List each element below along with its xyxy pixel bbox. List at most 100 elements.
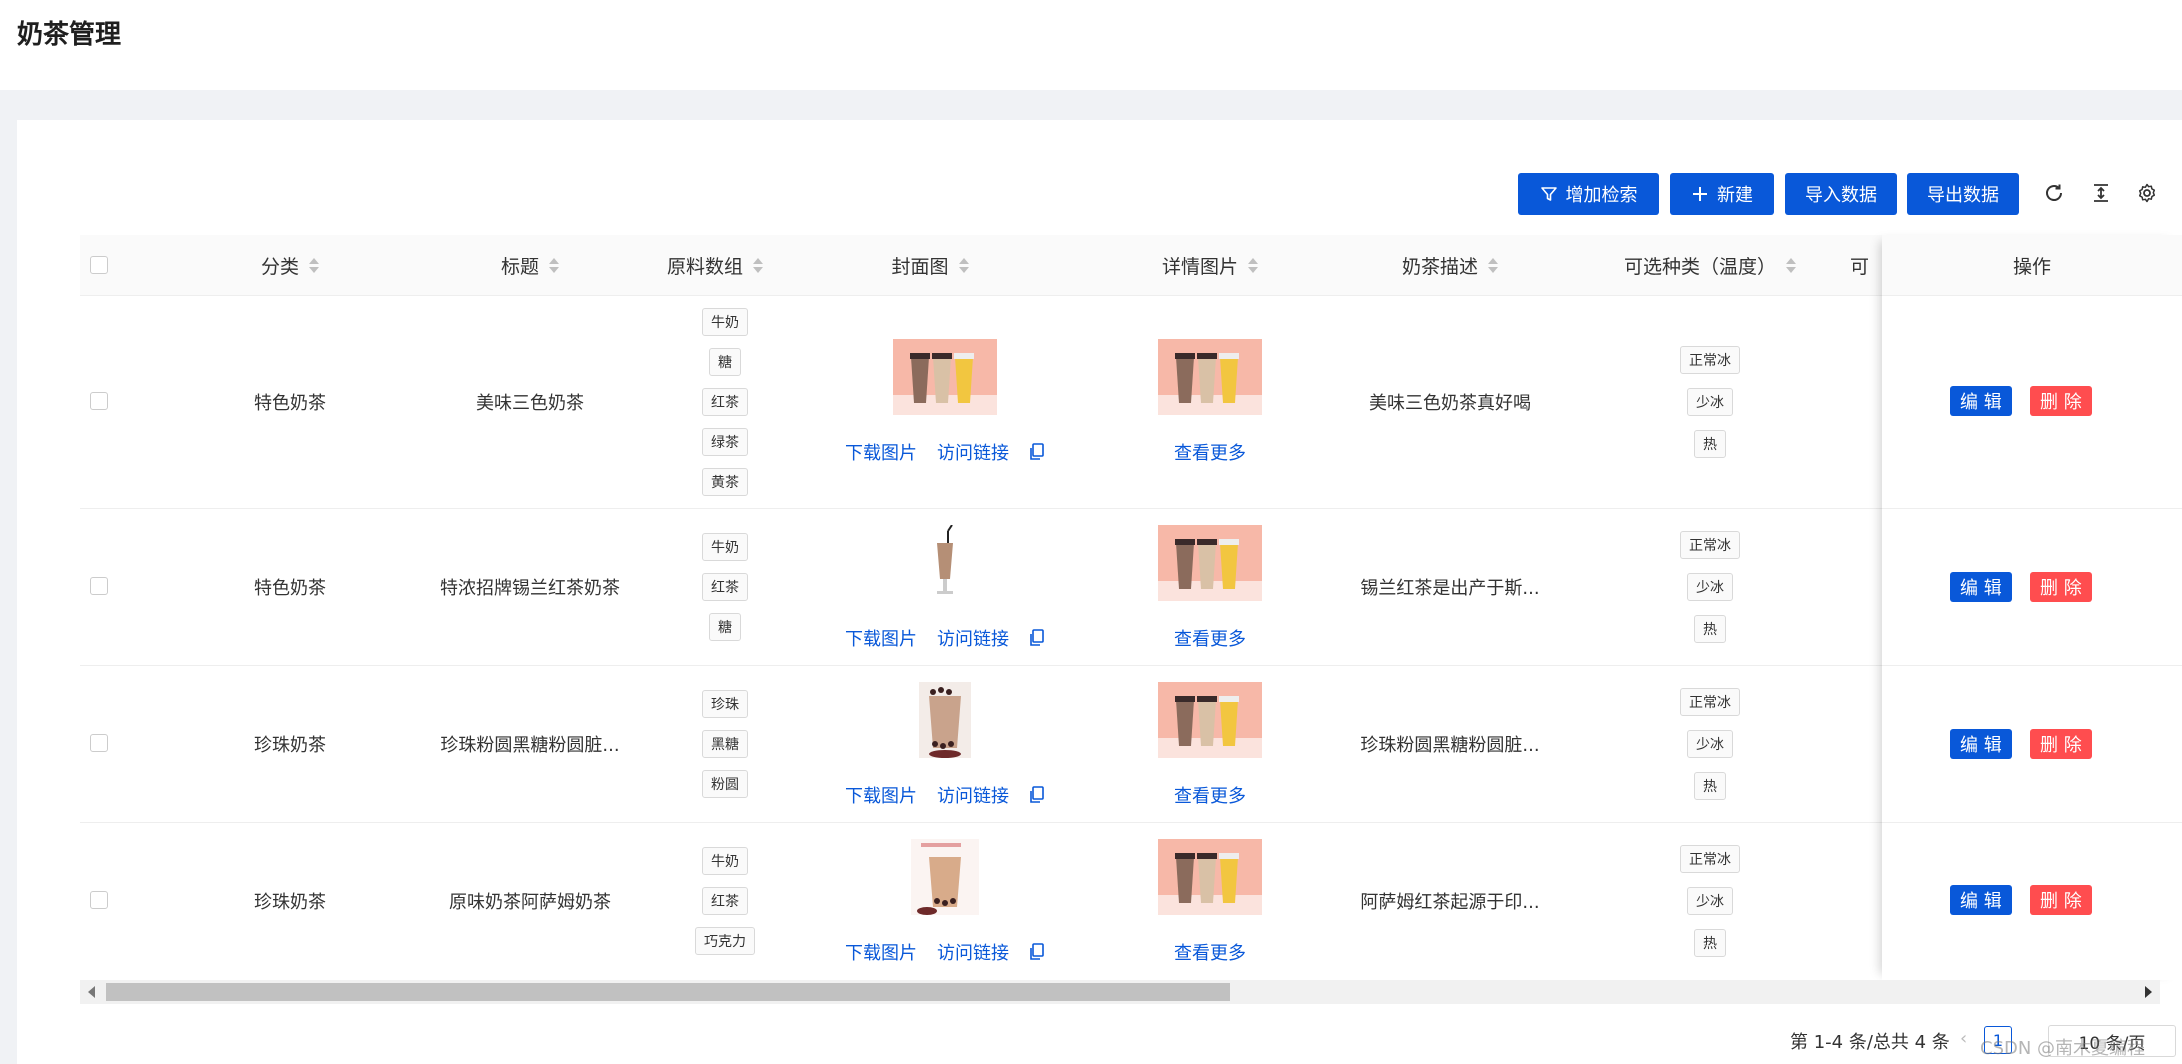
temperature-cell: 正常冰 少冰 热: [1650, 508, 1770, 665]
prev-page-icon[interactable]: ‹: [1960, 1028, 1967, 1049]
refresh-icon[interactable]: [2040, 179, 2068, 207]
scroll-right-icon[interactable]: [2145, 986, 2152, 998]
sort-icon: [549, 257, 559, 273]
ingredients-cell: 牛奶 红茶 巧克力: [665, 822, 785, 979]
title-cell: 美味三色奶茶: [476, 392, 584, 414]
operation-column: 操作 编 辑 删 除 编 辑 删 除 编 辑 删 除 编 辑 删 除: [1882, 235, 2182, 980]
cover-cell: 下载图片 访问链接: [810, 682, 1080, 808]
sort-icon: [1248, 257, 1258, 273]
table-row: 特色奶茶 特浓招牌锡兰红茶奶茶 牛奶 红茶 糖 下载图片 访问链接 查看更多 锡…: [80, 508, 2160, 666]
view-more-link[interactable]: 查看更多: [1174, 439, 1246, 465]
edit-button[interactable]: 编 辑: [1950, 572, 2012, 602]
detail-image[interactable]: [1158, 839, 1262, 915]
detail-images-cell: 查看更多: [1130, 525, 1290, 651]
cover-image[interactable]: [893, 682, 997, 758]
column-header-description[interactable]: 奶茶描述: [1370, 235, 1530, 295]
cover-image[interactable]: [893, 525, 997, 601]
settings-icon[interactable]: [2133, 179, 2161, 207]
copy-icon[interactable]: [1029, 786, 1045, 804]
horizontal-scrollbar[interactable]: [80, 980, 2160, 1004]
temperature-tag: 正常冰: [1680, 345, 1740, 374]
view-more-link[interactable]: 查看更多: [1174, 939, 1246, 965]
title-cell: 珍珠粉圆黑糖粉圆脏...: [440, 734, 620, 756]
ingredients-cell: 牛奶 红茶 糖: [665, 508, 785, 665]
detail-image[interactable]: [1158, 525, 1262, 601]
view-more-link[interactable]: 查看更多: [1174, 782, 1246, 808]
visit-link[interactable]: 访问链接: [937, 939, 1009, 965]
copy-icon[interactable]: [1029, 443, 1045, 461]
delete-button[interactable]: 删 除: [2030, 729, 2092, 759]
download-image-link[interactable]: 下载图片: [845, 782, 917, 808]
ingredient-tag: 糖: [709, 347, 741, 376]
detail-images-cell: 查看更多: [1130, 839, 1290, 965]
delete-button[interactable]: 删 除: [2030, 885, 2092, 915]
export-button[interactable]: 导出数据: [1907, 173, 2019, 215]
title-cell: 原味奶茶阿萨姆奶茶: [449, 891, 611, 913]
cover-image[interactable]: [893, 339, 997, 415]
delete-button[interactable]: 删 除: [2030, 386, 2092, 416]
import-button[interactable]: 导入数据: [1785, 173, 1897, 215]
description-cell: 美味三色奶茶真好喝: [1369, 392, 1531, 414]
page-title: 奶茶管理: [17, 20, 122, 50]
download-image-link[interactable]: 下载图片: [845, 939, 917, 965]
row-checkbox[interactable]: [90, 577, 108, 595]
sort-icon: [309, 257, 319, 273]
column-height-icon[interactable]: [2087, 179, 2115, 207]
sort-icon: [1786, 257, 1796, 273]
edit-button[interactable]: 编 辑: [1950, 885, 2012, 915]
row-checkbox[interactable]: [90, 891, 108, 909]
delete-button[interactable]: 删 除: [2030, 572, 2092, 602]
temperature-tag: 少冰: [1687, 572, 1733, 601]
column-header-title[interactable]: 标题: [450, 235, 610, 295]
copy-icon[interactable]: [1029, 629, 1045, 647]
column-header-category[interactable]: 分类: [230, 235, 350, 295]
cover-cell: 下载图片 访问链接: [810, 339, 1080, 465]
ingredient-tag: 红茶: [702, 886, 748, 915]
cover-image[interactable]: [893, 839, 997, 915]
ingredient-tag: 糖: [709, 612, 741, 641]
table-header: 分类 标题 原料数组 封面图 详情图片 奶茶描述 可选种类（温度） 可: [80, 235, 2160, 296]
temperature-cell: 正常冰 少冰 热: [1650, 822, 1770, 979]
column-header-detail-images[interactable]: 详情图片: [1130, 235, 1290, 295]
ingredients-cell: 珍珠 黑糖 粉圆: [665, 665, 785, 822]
ingredient-tag: 巧克力: [695, 926, 755, 955]
download-image-link[interactable]: 下载图片: [845, 625, 917, 651]
temperature-cell: 正常冰 少冰 热: [1650, 295, 1770, 508]
scroll-left-icon[interactable]: [88, 986, 95, 998]
sort-icon: [1488, 257, 1498, 273]
detail-image[interactable]: [1158, 682, 1262, 758]
ingredient-tag: 红茶: [702, 572, 748, 601]
column-header-cover[interactable]: 封面图: [860, 235, 1000, 295]
sort-icon: [753, 257, 763, 273]
description-cell: 珍珠粉圆黑糖粉圆脏...: [1360, 734, 1540, 756]
row-checkbox[interactable]: [90, 392, 108, 410]
temperature-tag: 热: [1694, 614, 1726, 643]
ingredients-cell: 牛奶 糖 红茶 绿茶 黄茶: [665, 295, 785, 508]
data-table: 分类 标题 原料数组 封面图 详情图片 奶茶描述 可选种类（温度） 可 特色奶茶…: [80, 235, 2160, 1005]
title-cell: 特浓招牌锡兰红茶奶茶: [440, 577, 620, 599]
ingredient-tag: 绿茶: [702, 427, 748, 456]
edit-button[interactable]: 编 辑: [1950, 386, 2012, 416]
ingredient-tag: 黄茶: [702, 467, 748, 496]
visit-link[interactable]: 访问链接: [937, 439, 1009, 465]
new-button[interactable]: 新建: [1670, 173, 1774, 215]
description-cell: 锡兰红茶是出产于斯...: [1360, 577, 1540, 599]
filter-icon: [1540, 187, 1557, 201]
select-all-checkbox[interactable]: [90, 256, 108, 274]
copy-icon[interactable]: [1029, 943, 1045, 961]
temperature-tag: 热: [1694, 771, 1726, 800]
ingredient-tag: 珍珠: [702, 689, 748, 718]
detail-image[interactable]: [1158, 339, 1262, 415]
visit-link[interactable]: 访问链接: [937, 782, 1009, 808]
column-header-ingredients[interactable]: 原料数组: [640, 235, 790, 295]
import-label: 导入数据: [1805, 185, 1877, 206]
download-image-link[interactable]: 下载图片: [845, 439, 917, 465]
row-checkbox[interactable]: [90, 734, 108, 752]
column-header-temperature[interactable]: 可选种类（温度）: [1580, 235, 1840, 295]
scrollbar-thumb[interactable]: [106, 983, 1230, 1001]
add-search-button[interactable]: 增加检索: [1518, 173, 1659, 215]
view-more-link[interactable]: 查看更多: [1174, 625, 1246, 651]
edit-button[interactable]: 编 辑: [1950, 729, 2012, 759]
visit-link[interactable]: 访问链接: [937, 625, 1009, 651]
cover-cell: 下载图片 访问链接: [810, 525, 1080, 651]
